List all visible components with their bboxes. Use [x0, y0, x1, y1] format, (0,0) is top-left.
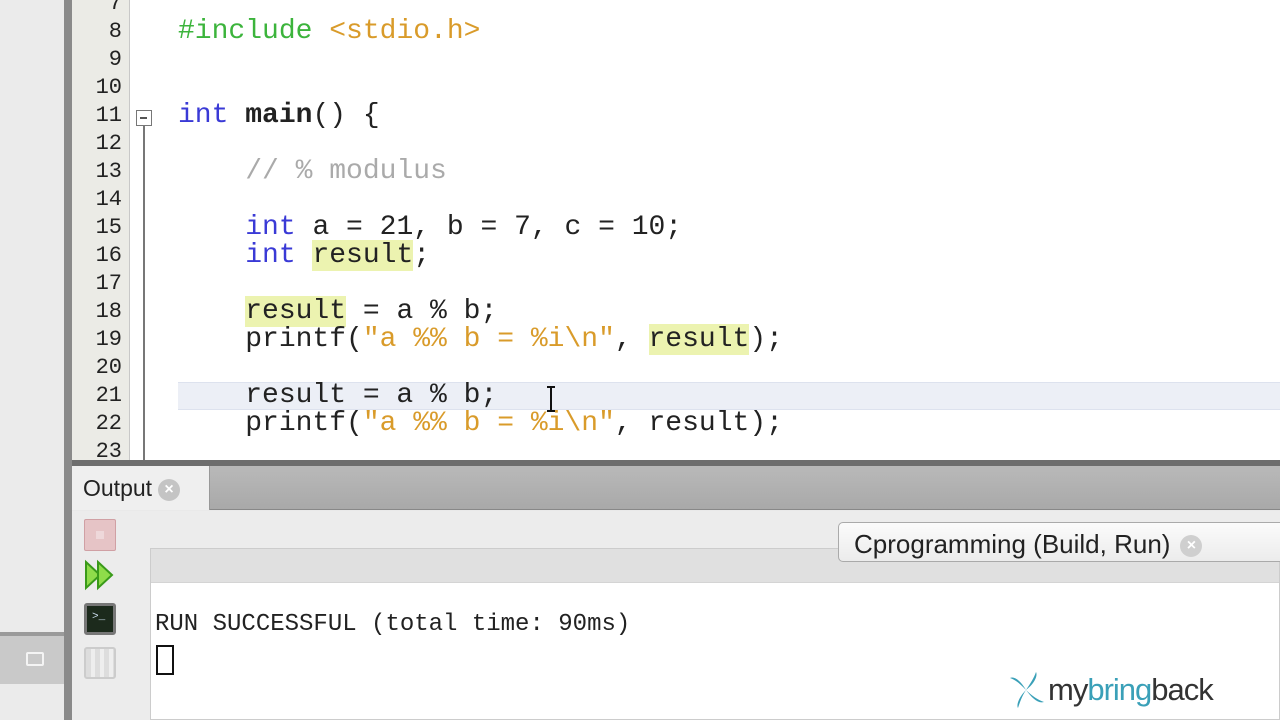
- code-token: "a %% b = %i\n": [362, 408, 615, 439]
- run-status-text: RUN SUCCESSFUL (total time: 90ms): [155, 611, 631, 638]
- line-number: 18: [95, 299, 122, 324]
- code-token: );: [749, 324, 783, 355]
- line-number: 17: [95, 271, 122, 296]
- code-line[interactable]: int result;: [178, 240, 431, 271]
- code-line[interactable]: int main() {: [178, 102, 380, 130]
- rerun-button[interactable]: [84, 559, 116, 591]
- code-line[interactable]: result = a % b;: [178, 296, 498, 327]
- line-number-gutter: 7 8 9 10 11 12 13 14 15 16 17 18 19 20 21 22 23: [72, 0, 130, 460]
- code-token: int: [178, 100, 229, 131]
- code-token: <stdio.h>: [329, 16, 481, 47]
- code-token: result: [245, 296, 347, 327]
- terminal-icon: >_: [92, 611, 106, 623]
- code-editor[interactable]: 7 8 9 10 11 12 13 14 15 16 17 18 19 20 21 22 23 #include…: [72, 0, 1280, 460]
- logo-text-back: back: [1151, 672, 1213, 707]
- code-token: int: [245, 240, 296, 271]
- code-token: main: [245, 100, 313, 131]
- code-token: result: [648, 324, 750, 355]
- code-line[interactable]: int a = 21, b = 7, c = 10;: [178, 214, 682, 242]
- code-token: ;: [413, 240, 431, 271]
- fold-collapse-icon[interactable]: [136, 110, 152, 126]
- terminal-button[interactable]: >_: [84, 603, 116, 635]
- line-number: 8: [108, 19, 122, 44]
- code-line[interactable]: #include <stdio.h>: [178, 18, 480, 46]
- code-token: ,: [614, 324, 649, 355]
- code-token: = a % b;: [346, 296, 498, 327]
- output-settings-button[interactable]: [84, 647, 116, 679]
- close-icon[interactable]: ×: [158, 478, 181, 501]
- line-number: 19: [95, 327, 122, 352]
- line-number: 9: [108, 47, 122, 72]
- line-number: 21: [95, 383, 122, 408]
- fold-guide-line: [143, 126, 145, 460]
- pinwheel-logo-icon: [1010, 672, 1044, 708]
- text-cursor-icon: [547, 386, 555, 412]
- restore-window-icon[interactable]: [26, 652, 44, 666]
- code-line[interactable]: printf("a %% b = %i\n", result);: [178, 410, 783, 438]
- stop-button[interactable]: [84, 519, 116, 551]
- line-number: 12: [95, 131, 122, 156]
- code-token: printf(: [178, 324, 363, 355]
- code-token: // % modulus: [245, 156, 447, 187]
- line-number: 16: [95, 243, 122, 268]
- code-token: () {: [312, 100, 380, 131]
- minimized-panel-bar: [0, 632, 66, 684]
- output-tab-bar: Output ×: [72, 466, 1280, 510]
- mybringback-logo: my bring back: [1006, 670, 1214, 710]
- line-number: 10: [95, 75, 122, 100]
- line-number: 23: [95, 439, 122, 460]
- tab-output-label: Output: [83, 475, 153, 501]
- projects-panel: [0, 0, 66, 720]
- close-icon[interactable]: ×: [1180, 535, 1203, 558]
- code-token: #include: [178, 16, 313, 47]
- code-token: a = 21, b = 7, c = 10;: [295, 212, 683, 243]
- tab-build-run-label: Cprogramming (Build, Run): [854, 529, 1171, 559]
- logo-text-my: my: [1048, 672, 1088, 707]
- code-token: result = a % b;: [178, 380, 498, 411]
- line-number: 13: [95, 159, 122, 184]
- code-line[interactable]: printf("a %% b = %i\n", result);: [178, 324, 783, 355]
- line-number: 15: [95, 215, 122, 240]
- code-token: int: [245, 212, 296, 243]
- code-line[interactable]: result = a % b;: [178, 382, 497, 410]
- line-number: 14: [95, 187, 122, 212]
- code-token: , result);: [614, 408, 783, 439]
- code-token: result: [312, 240, 414, 271]
- logo-text-bring: bring: [1087, 672, 1152, 707]
- line-number: 22: [95, 411, 122, 436]
- tab-output[interactable]: Output ×: [72, 466, 210, 510]
- panel-divider[interactable]: [64, 0, 72, 720]
- console-input-cursor[interactable]: [156, 645, 174, 675]
- tab-build-run[interactable]: Cprogramming (Build, Run) ×: [838, 522, 1280, 562]
- line-number: 11: [95, 103, 122, 128]
- code-token: printf(: [178, 408, 363, 439]
- code-line[interactable]: // % modulus: [178, 158, 447, 186]
- line-number: 20: [95, 355, 122, 380]
- code-token: "a %% b = %i\n": [362, 324, 615, 355]
- line-number: 7: [108, 0, 122, 16]
